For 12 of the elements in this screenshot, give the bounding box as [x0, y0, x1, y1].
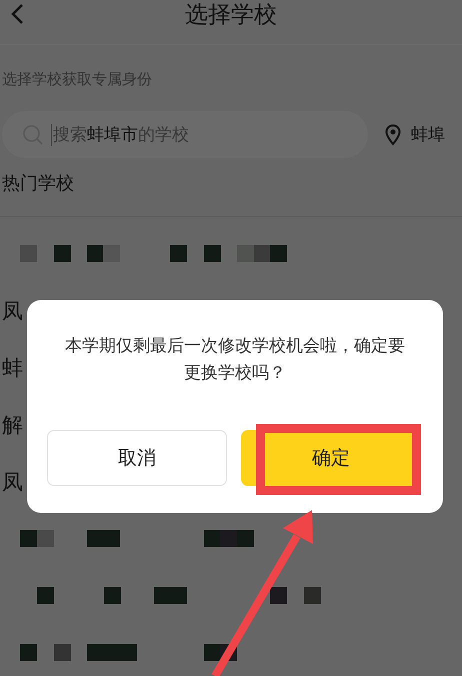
cancel-button[interactable]: 取消	[47, 430, 227, 486]
dialog-message: 本学期仅剩最后一次修改学校机会啦，确定要更换学校吗？	[64, 335, 406, 385]
location-pin-icon[interactable]	[385, 124, 401, 146]
text-cursor	[51, 124, 52, 146]
school-name[interactable]: 凤	[2, 296, 23, 324]
back-icon[interactable]	[10, 3, 24, 25]
location-text[interactable]: 蚌埠	[411, 123, 445, 146]
school-name[interactable]: 蚌	[2, 354, 23, 382]
section-title: 热门学校	[0, 158, 462, 217]
school-name[interactable]: 凤	[2, 468, 23, 496]
school-name[interactable]: 解	[2, 410, 23, 438]
page-title: 选择学校	[185, 1, 277, 30]
